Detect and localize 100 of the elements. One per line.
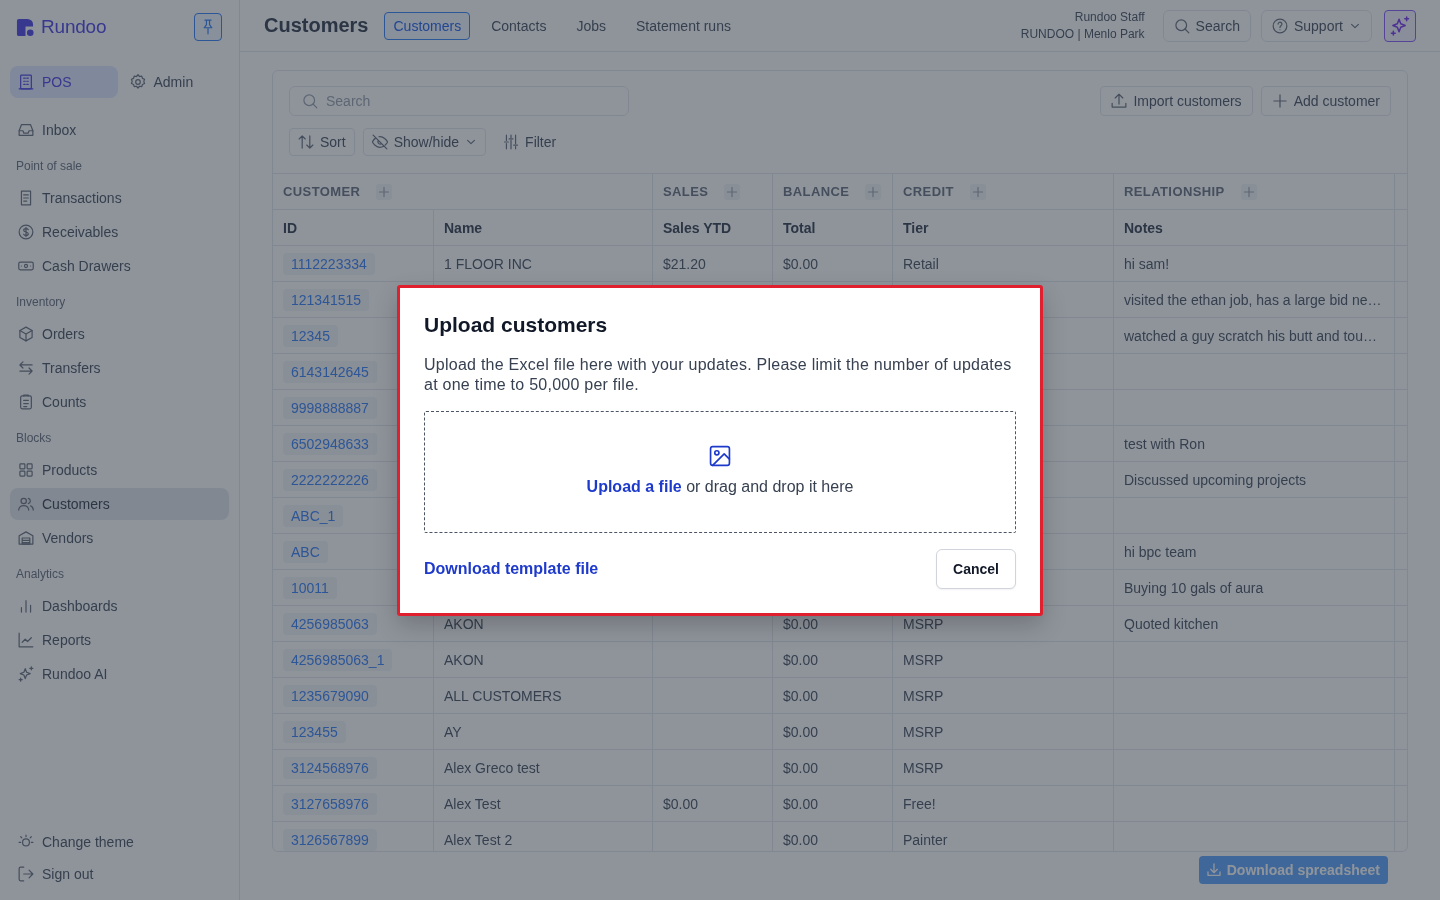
inbox-icon [18, 122, 34, 138]
plus-icon [1242, 185, 1255, 198]
show-hide-button[interactable]: Show/hide [362, 128, 487, 156]
template-link[interactable]: Download template file [424, 559, 599, 578]
upload-dropzone[interactable]: Upload a file or drag and drop it here [424, 410, 1016, 533]
support-button[interactable]: Support [1260, 9, 1372, 42]
sidebar-item[interactable]: Transactions [10, 182, 229, 214]
sidebar-item[interactable]: Change theme [10, 826, 229, 858]
customer-id-link[interactable]: 9998888887 [283, 396, 377, 419]
add-column-button[interactable] [969, 183, 986, 200]
app-name: Rundoo [41, 16, 107, 38]
add-column-button[interactable] [865, 183, 882, 200]
header-tab[interactable]: Statement runs [627, 11, 740, 40]
customer-id-link[interactable]: 123455 [283, 720, 346, 743]
sidebar-item[interactable]: Dashboards [10, 590, 229, 622]
dropzone-text: Upload a file or drag and drop it here [586, 476, 854, 497]
sales-amount: $21.20 [663, 255, 706, 272]
sales-amount: $0.00 [663, 795, 699, 812]
header-tab[interactable]: Jobs [567, 11, 615, 40]
sidebar-item[interactable]: Sign out [10, 858, 229, 890]
sidebar-item[interactable]: Counts [10, 386, 229, 418]
gear-icon [129, 74, 146, 90]
tier-label: MSRP [903, 651, 944, 668]
import-button[interactable]: Import customers [1100, 86, 1253, 116]
customer-id-link[interactable]: 6143142645 [283, 360, 377, 383]
section-label: Analytics [15, 566, 66, 583]
balance-amount: $0.00 [783, 687, 819, 704]
dialog-description: Upload the Excel file here with your updates. Please limit the number of updates at one time to 50,000 per file. [424, 354, 1013, 395]
sidebar-item[interactable]: Reports [10, 624, 229, 656]
customer-id-link[interactable]: 3127658976 [283, 792, 377, 815]
plus-icon [867, 185, 880, 198]
section-label: Point of sale [15, 158, 84, 175]
customer-id-link[interactable]: 10011 [283, 576, 337, 599]
customer-id-link[interactable]: 1112223334 [283, 252, 375, 275]
balance-amount: $0.00 [783, 651, 819, 668]
customer-id-link[interactable]: 6502948633 [283, 432, 377, 455]
customer-name: Alex Test 2 [444, 831, 513, 848]
logout-icon [18, 866, 34, 882]
header-tab[interactable]: Contacts [482, 11, 556, 40]
sidebar-item[interactable]: Products [10, 454, 229, 486]
cancel-button[interactable]: Cancel [936, 548, 1016, 589]
customer-id-link[interactable]: 4256985063 [283, 612, 377, 635]
tier-label: MSRP [903, 723, 944, 740]
tier-label: Retail [903, 255, 939, 272]
mode-tab[interactable]: Admin [121, 66, 229, 98]
upload-file-link[interactable]: Upload a file [586, 477, 682, 495]
column-group-label: SALES [663, 184, 709, 199]
sidebar-item[interactable]: Transfers [10, 352, 229, 384]
header-tab[interactable]: Customers [384, 11, 471, 40]
column-header: Tier [903, 219, 929, 236]
download-button[interactable]: Download spreadsheet [1198, 856, 1388, 884]
ai-button[interactable] [1384, 9, 1416, 42]
sidebar-item[interactable]: Orders [10, 318, 229, 350]
customer-id-link[interactable]: 12345 [283, 324, 338, 347]
plus-icon [378, 185, 391, 198]
sidebar-item[interactable]: Rundoo AI [10, 658, 229, 690]
customer-id-link[interactable]: ABC_1 [283, 504, 344, 527]
add-customer-button[interactable]: Add customer [1260, 86, 1391, 116]
balance-amount: $0.00 [783, 723, 819, 740]
customer-name: ALL CUSTOMERS [444, 687, 562, 704]
tier-label: Painter [903, 831, 948, 848]
sidebar-item[interactable]: Inbox [10, 114, 229, 146]
add-column-button[interactable] [1240, 183, 1257, 200]
balance-amount: $0.00 [783, 615, 819, 632]
sliders-icon [503, 134, 520, 150]
sort-button[interactable]: Sort [289, 128, 355, 156]
pin-button[interactable] [194, 13, 222, 41]
sparkle-icon [18, 666, 34, 682]
customer-id-link[interactable]: ABC [283, 540, 328, 563]
tier-label: MSRP [903, 615, 944, 632]
customer-id-link[interactable]: 3126567899 [283, 828, 377, 851]
section-label: Blocks [15, 430, 53, 447]
page-title: Customers [264, 14, 369, 37]
receipt-icon [18, 190, 34, 206]
help-icon [1271, 17, 1288, 34]
customer-id-link[interactable]: 4256985063_1 [283, 648, 393, 671]
balance-amount: $0.00 [783, 795, 819, 812]
sort-icon [298, 134, 314, 150]
customer-id-link[interactable]: 2222222226 [283, 468, 377, 491]
user-location: RUNDOO | Menlo Park [1020, 25, 1145, 43]
search-button[interactable]: Search [1162, 9, 1251, 42]
note-text: test with Ron [1124, 435, 1205, 452]
sidebar-item[interactable]: Cash Drawers [10, 250, 229, 282]
sidebar-item[interactable]: Receivables [10, 216, 229, 248]
sidebar-item[interactable]: Vendors [10, 522, 229, 554]
add-column-button[interactable] [724, 183, 741, 200]
add-column-button[interactable] [376, 183, 393, 200]
sidebar-item[interactable]: Customers [10, 488, 229, 520]
customer-name: AY [444, 723, 462, 740]
column-group-label: CUSTOMER [283, 184, 361, 199]
clipboard-icon [18, 394, 34, 410]
mode-tab[interactable]: POS [10, 66, 118, 98]
bar-chart-icon [18, 598, 34, 614]
customer-id-link[interactable]: 121341515 [283, 288, 370, 311]
upload-icon [1111, 93, 1128, 109]
customer-id-link[interactable]: 1235679090 [283, 684, 377, 707]
plus-icon [971, 185, 984, 198]
customer-id-link[interactable]: 3124568976 [283, 756, 377, 779]
balance-amount: $0.00 [783, 255, 819, 272]
column-header: Total [783, 219, 816, 236]
